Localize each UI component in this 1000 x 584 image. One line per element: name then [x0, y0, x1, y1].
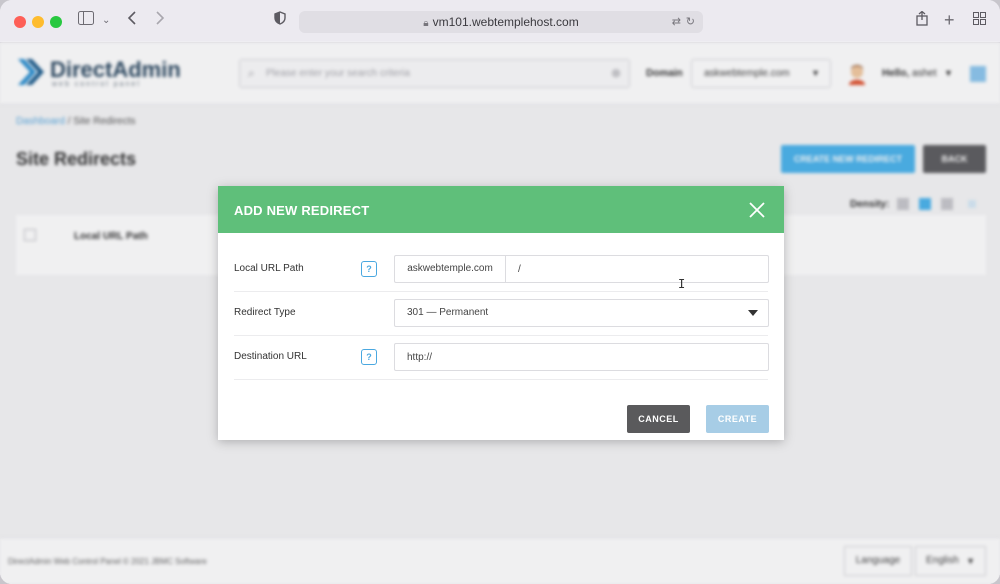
address-bar[interactable]: 🔒︎ vm101.webtemplehost.com ⇄ ↻ [299, 11, 703, 33]
redirect-type-value: 301 — Permanent [407, 307, 489, 318]
redirect-type-row: Redirect Type 301 — Permanent [234, 292, 769, 336]
caret-down-icon [748, 310, 758, 316]
close-icon[interactable] [747, 200, 767, 220]
close-window-button[interactable] [14, 16, 26, 28]
new-tab-icon[interactable]: + [944, 11, 955, 29]
shield-icon[interactable] [274, 11, 286, 31]
destination-url-row: Destination URL ? [234, 336, 769, 380]
domain-prefix: askwebtemple.com [394, 255, 505, 283]
minimize-window-button[interactable] [32, 16, 44, 28]
create-button[interactable]: CREATE [706, 405, 769, 433]
redirect-type-select[interactable]: 301 — Permanent [394, 299, 769, 327]
browser-toolbar: ⌄ 🔒︎ vm101.webtemplehost.com ⇄ ↻ + [0, 0, 1000, 43]
destination-url-label: Destination URL [234, 351, 307, 362]
local-url-path-help-icon[interactable]: ? [361, 261, 377, 277]
chevron-down-icon[interactable]: ⌄ [102, 11, 110, 31]
tab-overview-icon[interactable] [973, 11, 986, 31]
destination-url-input[interactable] [394, 343, 769, 371]
reload-icon[interactable]: ↻ [686, 11, 695, 33]
modal-title: ADD NEW REDIRECT [234, 203, 370, 218]
redirect-type-label: Redirect Type [234, 307, 296, 318]
destination-url-help-icon[interactable]: ? [361, 349, 377, 365]
cancel-button[interactable]: CANCEL [627, 405, 690, 433]
local-url-path-input[interactable] [505, 255, 769, 283]
translate-icon[interactable]: ⇄ [672, 11, 681, 33]
share-icon[interactable] [916, 10, 928, 32]
modal-header: ADD NEW REDIRECT [218, 186, 784, 233]
text-cursor-icon: I [678, 277, 686, 291]
zoom-window-button[interactable] [50, 16, 62, 28]
sidebar-icon[interactable] [78, 11, 94, 31]
local-url-path-row: Local URL Path ? askwebtemple.com [234, 248, 769, 292]
back-arrow-icon[interactable] [127, 11, 137, 31]
browser-window: ⌄ 🔒︎ vm101.webtemplehost.com ⇄ ↻ + Direc… [0, 0, 1000, 584]
address-url: vm101.webtemplehost.com [432, 15, 579, 29]
lock-icon: 🔒︎ [423, 18, 429, 29]
local-url-path-label: Local URL Path [234, 263, 304, 274]
add-redirect-modal: ADD NEW REDIRECT Local URL Path ? askweb… [218, 186, 784, 440]
forward-arrow-icon[interactable] [155, 11, 165, 31]
